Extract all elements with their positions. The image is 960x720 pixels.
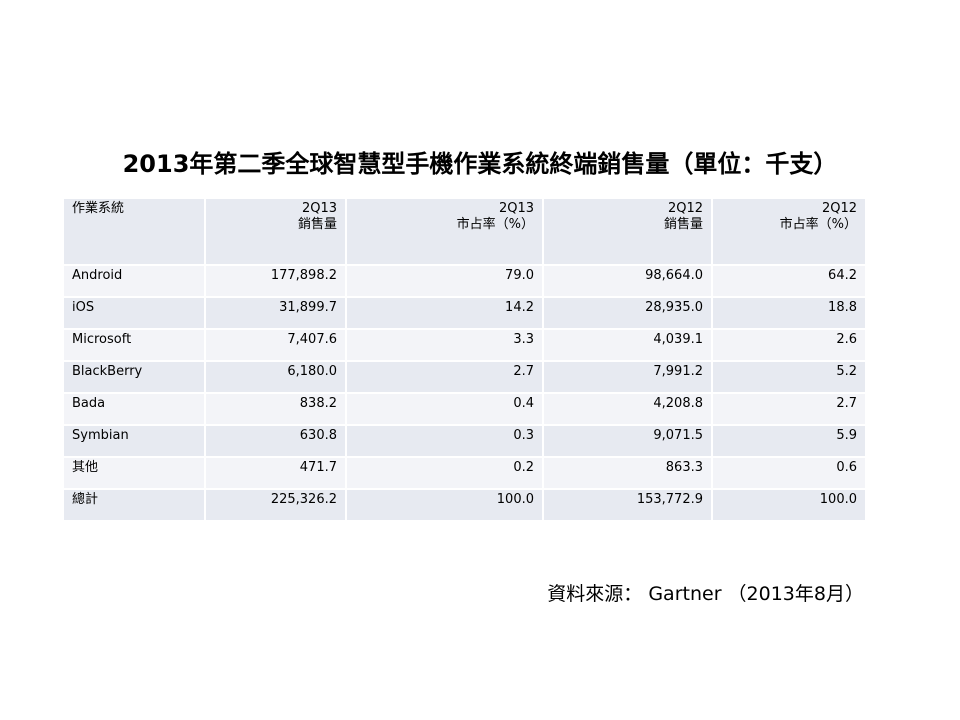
header-2q13-share: 2Q13 市占率（%） (346, 199, 544, 266)
cell-2q12-units: 7,991.2 (543, 361, 713, 394)
cell-2q13-units: 6,180.0 (205, 361, 347, 394)
header-2q12-share: 2Q12 市占率（%） (712, 199, 867, 266)
cell-2q13-share: 0.4 (346, 393, 544, 426)
source-note: 資料來源： Gartner （2013年8月） (547, 583, 864, 605)
header-2q12-units-line1: 2Q12 (667, 201, 703, 216)
cell-os: iOS (64, 297, 206, 330)
table-row-total: 總計 225,326.2 100.0 153,772.9 100.0 (64, 489, 867, 522)
cell-os: BlackBerry (64, 361, 206, 394)
cell-2q13-units: 838.2 (205, 393, 347, 426)
header-2q13-units: 2Q13 銷售量 (205, 199, 347, 266)
cell-2q13-share: 14.2 (346, 297, 544, 330)
cell-2q13-units: 31,899.7 (205, 297, 347, 330)
cell-os: Bada (64, 393, 206, 426)
header-os-label: 作業系統 (72, 201, 125, 216)
cell-os: 其他 (64, 457, 206, 490)
cell-2q13-share: 3.3 (346, 329, 544, 362)
table-row: BlackBerry 6,180.0 2.7 7,991.2 5.2 (64, 361, 867, 394)
cell-2q13-units: 177,898.2 (205, 265, 347, 298)
header-2q12-share-line1: 2Q12 (821, 201, 857, 216)
cell-os: 總計 (64, 489, 206, 522)
table-row: Microsoft 7,407.6 3.3 4,039.1 2.6 (64, 329, 867, 362)
cell-2q13-units: 7,407.6 (205, 329, 347, 362)
cell-2q13-share: 100.0 (346, 489, 544, 522)
cell-os: Symbian (64, 425, 206, 458)
cell-2q13-share: 0.3 (346, 425, 544, 458)
cell-2q12-share: 18.8 (712, 297, 867, 330)
cell-2q13-share: 79.0 (346, 265, 544, 298)
header-2q12-share-line2: 市占率（%） (779, 217, 857, 232)
table-row: 其他 471.7 0.2 863.3 0.6 (64, 457, 867, 490)
cell-2q12-share: 2.7 (712, 393, 867, 426)
header-2q12-units-line2: 銷售量 (663, 217, 703, 232)
cell-2q12-share: 64.2 (712, 265, 867, 298)
header-2q13-units-line1: 2Q13 (301, 201, 337, 216)
header-2q13-share-line2: 市占率（%） (456, 217, 534, 232)
cell-2q12-share: 5.9 (712, 425, 867, 458)
cell-2q12-share: 100.0 (712, 489, 867, 522)
cell-2q13-share: 2.7 (346, 361, 544, 394)
page-title: 2013年第二季全球智慧型手機作業系統終端銷售量（單位：千支） (122, 150, 838, 178)
cell-2q13-units: 471.7 (205, 457, 347, 490)
cell-2q12-share: 5.2 (712, 361, 867, 394)
header-2q13-share-line1: 2Q13 (498, 201, 534, 216)
table-header-row: 作業系統 2Q13 銷售量 2Q13 市占率（%） 2Q12 銷售量 2Q12 … (64, 199, 867, 266)
cell-os: Android (64, 265, 206, 298)
cell-2q12-units: 863.3 (543, 457, 713, 490)
header-2q12-units: 2Q12 銷售量 (543, 199, 713, 266)
header-os: 作業系統 (64, 199, 206, 266)
table-row: Android 177,898.2 79.0 98,664.0 64.2 (64, 265, 867, 298)
cell-2q12-share: 2.6 (712, 329, 867, 362)
cell-2q12-units: 4,039.1 (543, 329, 713, 362)
cell-2q12-units: 9,071.5 (543, 425, 713, 458)
header-2q13-units-line2: 銷售量 (297, 217, 337, 232)
table-row: Symbian 630.8 0.3 9,071.5 5.9 (64, 425, 867, 458)
cell-2q12-units: 28,935.0 (543, 297, 713, 330)
cell-2q12-units: 4,208.8 (543, 393, 713, 426)
sales-table: 作業系統 2Q13 銷售量 2Q13 市占率（%） 2Q12 銷售量 2Q12 … (64, 199, 867, 522)
cell-os: Microsoft (64, 329, 206, 362)
table-row: Bada 838.2 0.4 4,208.8 2.7 (64, 393, 867, 426)
cell-2q13-units: 225,326.2 (205, 489, 347, 522)
table-row: iOS 31,899.7 14.2 28,935.0 18.8 (64, 297, 867, 330)
cell-2q13-units: 630.8 (205, 425, 347, 458)
cell-2q12-units: 98,664.0 (543, 265, 713, 298)
cell-2q12-share: 0.6 (712, 457, 867, 490)
cell-2q13-share: 0.2 (346, 457, 544, 490)
cell-2q12-units: 153,772.9 (543, 489, 713, 522)
